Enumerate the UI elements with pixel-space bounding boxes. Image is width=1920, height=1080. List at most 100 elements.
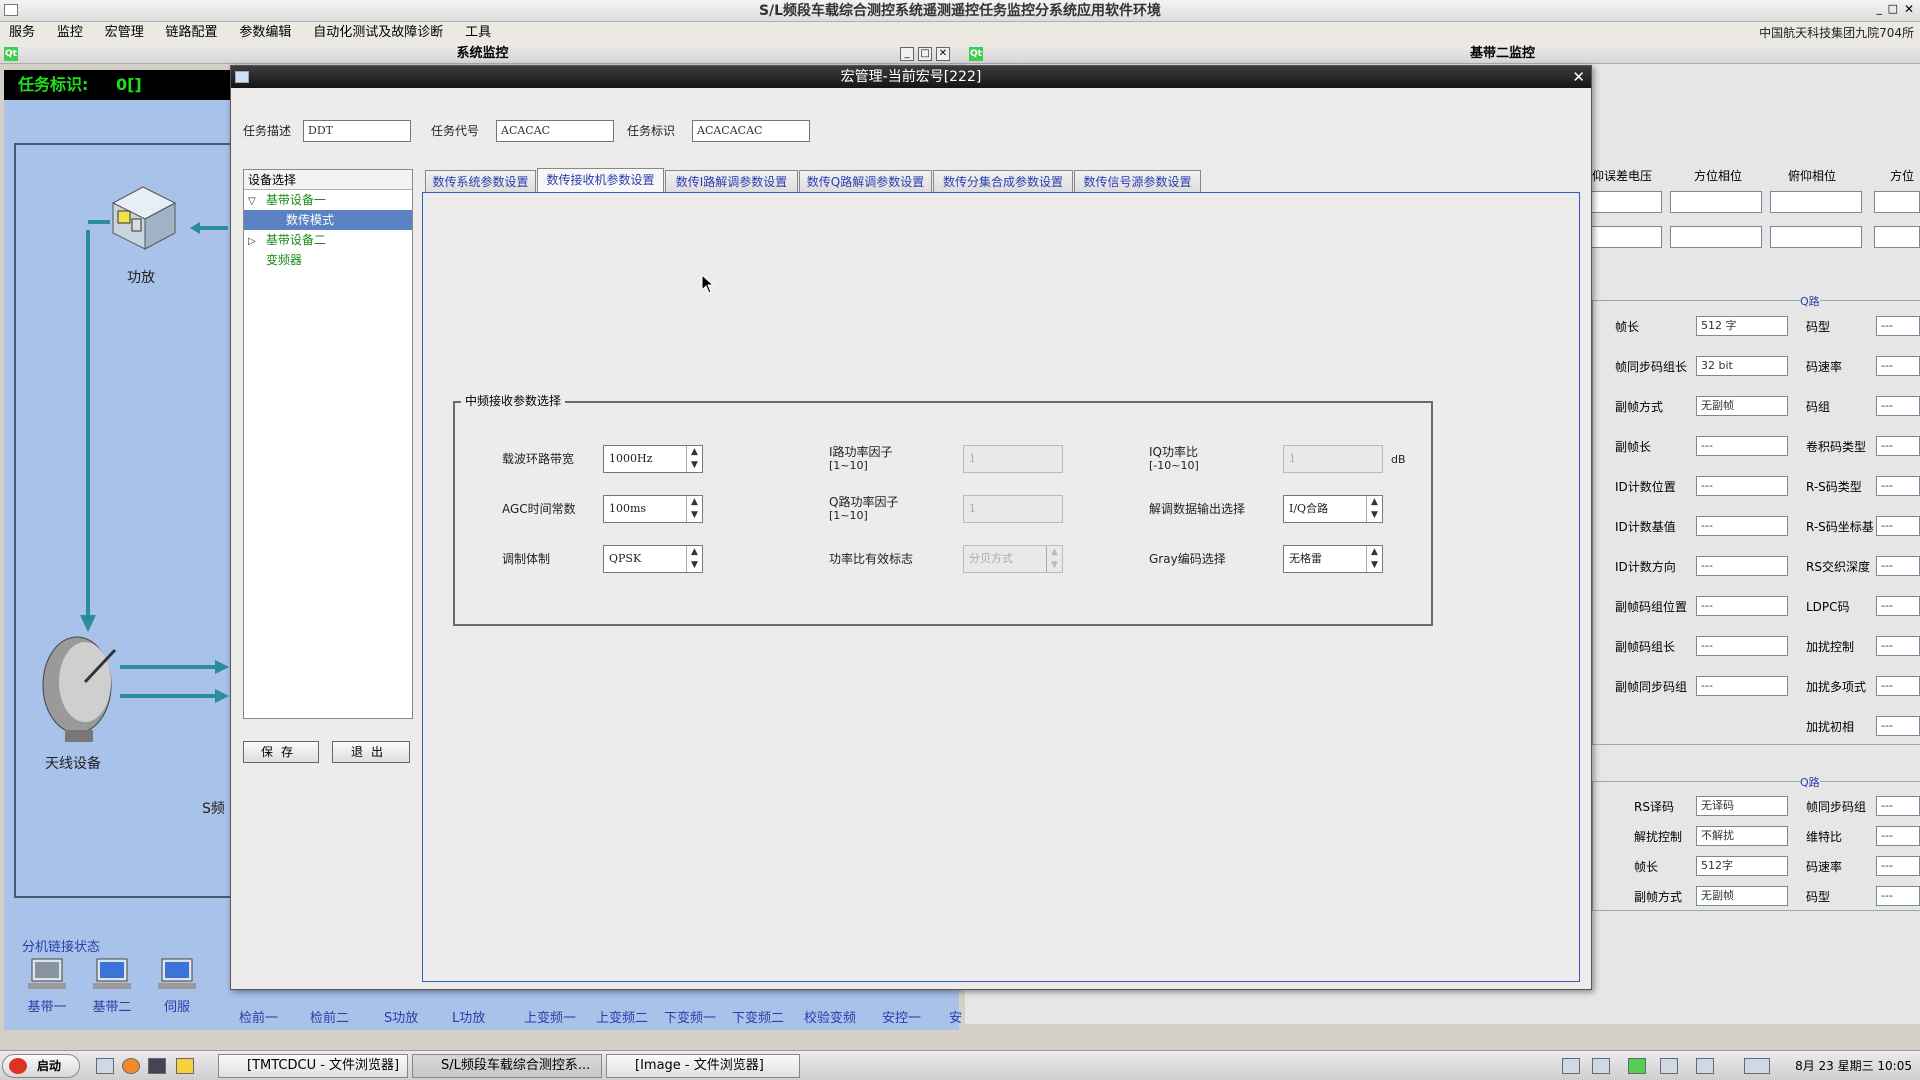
file-manager-icon[interactable] [96, 1058, 114, 1074]
gray-code-select[interactable]: 无格雷 ▲ ▼ [1283, 545, 1383, 573]
param-label: 码组 [1806, 400, 1831, 414]
link-item-label[interactable]: 下变频二 [732, 1007, 784, 1026]
link-item-label[interactable]: S功放 [384, 1007, 418, 1026]
org-name: 中国航天科技集团九院704所 [1759, 26, 1914, 40]
baseband2-monitor-header: Qt 基带二监控 [965, 44, 1920, 64]
tree-item-converter[interactable]: 变频器 [244, 250, 412, 270]
task-desc-field[interactable]: DDT [303, 120, 411, 142]
link-status-title: 分机链接状态 [22, 940, 101, 955]
tree-item-data-mode[interactable]: 数传模式 [244, 210, 412, 230]
monitor-close-button[interactable]: ✕ [936, 47, 950, 61]
menu-tools[interactable]: 工具 [456, 22, 500, 44]
app-close-button[interactable]: ✕ [1904, 2, 1914, 16]
terminal-icon[interactable] [148, 1058, 166, 1074]
power-valid-select[interactable]: 分贝方式 ▲ ▼ [963, 545, 1063, 573]
spin-arrows-icon[interactable]: ▲ ▼ [1366, 496, 1382, 522]
link-item-baseband1[interactable]: 基带一 [22, 955, 72, 1015]
task-main-app[interactable]: S/L频段车载综合测控系... [412, 1054, 602, 1078]
carrier-bw-select[interactable]: 1000Hz ▲ ▼ [603, 445, 703, 473]
task-code-field[interactable]: ACACAC [496, 120, 614, 142]
link-item-baseband2[interactable]: 基带二 [87, 955, 137, 1015]
param-label: ID计数方向 [1615, 560, 1676, 574]
q-power-input[interactable]: 1 [963, 495, 1063, 523]
link-item-label[interactable]: 检前二 [310, 1007, 349, 1026]
menu-param-edit[interactable]: 参数编辑 [230, 22, 300, 44]
tab-i-demod-params[interactable]: 数传I路解调参数设置 [665, 170, 798, 192]
activity-icon[interactable] [1628, 1058, 1646, 1074]
param-label: 加扰多项式 [1806, 680, 1867, 694]
param-value: --- [1876, 826, 1920, 846]
menu-auto-test[interactable]: 自动化测试及故障诊断 [304, 22, 452, 44]
tab-receiver-params[interactable]: 数传接收机参数设置 [537, 168, 664, 192]
agc-select[interactable]: 100ms ▲ ▼ [603, 495, 703, 523]
spin-arrows-icon[interactable]: ▲ ▼ [686, 546, 702, 572]
link-item-label[interactable]: 下变频一 [664, 1007, 716, 1026]
spin-arrows-icon[interactable]: ▲ ▼ [1046, 546, 1062, 572]
tree-item-baseband2[interactable]: ▷ 基带设备二 [244, 230, 412, 250]
param-label: RS交织深度 [1806, 560, 1870, 574]
exit-button[interactable]: 退出 [332, 741, 410, 763]
tree-item-baseband1[interactable]: ▽ 基带设备一 [244, 190, 412, 210]
tab-diversity-params[interactable]: 数传分集合成参数设置 [933, 170, 1073, 192]
param-value: 不解扰 [1696, 826, 1788, 846]
q-group-2-label: Q路 [1800, 774, 1820, 790]
i-power-label: I路功率因子 [829, 445, 893, 459]
window-switch-icon[interactable] [1744, 1058, 1770, 1074]
task-image-browser[interactable]: [Image - 文件浏览器] [606, 1054, 800, 1078]
modulation-select[interactable]: QPSK ▲ ▼ [603, 545, 703, 573]
task-code-label: 任务代号 [431, 124, 480, 138]
param-value: --- [1876, 396, 1920, 416]
link-item-label[interactable]: 校验变频 [804, 1007, 856, 1026]
network-icon[interactable] [1562, 1058, 1580, 1074]
param-label: 码型 [1806, 320, 1831, 334]
param-label: 码型 [1806, 890, 1831, 904]
param-label: 副帧码组长 [1615, 640, 1676, 654]
browser-icon[interactable] [122, 1058, 140, 1074]
tab-signal-source-params[interactable]: 数传信号源参数设置 [1074, 170, 1201, 192]
save-button[interactable]: 保存 [243, 741, 319, 763]
spin-arrows-icon[interactable]: ▲ ▼ [686, 446, 702, 472]
tree-item-label: 数传模式 [286, 213, 335, 227]
monitor-icon[interactable] [1696, 1058, 1714, 1074]
s-band-label: S频 [202, 801, 225, 817]
param-label: 帧同步码组 [1806, 800, 1867, 814]
header-az-phase: 方位相位 [1694, 169, 1743, 183]
iq-ratio-input[interactable]: 1 [1283, 445, 1383, 473]
link-item-label[interactable]: L功放 [452, 1007, 485, 1026]
clock: 8月 23 星期三 10:05 [1795, 1059, 1912, 1073]
dialog-close-button[interactable]: ✕ [1572, 66, 1585, 88]
demod-output-select[interactable]: I/Q合路 ▲ ▼ [1283, 495, 1383, 523]
top-field [1770, 226, 1862, 248]
link-item-label[interactable]: 检前一 [239, 1007, 278, 1026]
display-icon[interactable] [1592, 1058, 1610, 1074]
volume-icon[interactable] [1660, 1058, 1678, 1074]
antenna-label: 天线设备 [45, 756, 101, 772]
qt-logo-icon: Qt [969, 47, 983, 61]
editor-icon[interactable] [176, 1058, 194, 1074]
i-power-input[interactable]: 1 [963, 445, 1063, 473]
link-item-label: 伺服 [163, 1000, 190, 1015]
start-label: 启动 [37, 1059, 62, 1073]
spin-arrows-icon[interactable]: ▲ ▼ [1366, 546, 1382, 572]
app-maximize-button[interactable]: □ [1888, 2, 1898, 15]
monitor-minimize-button[interactable]: _ [900, 47, 914, 61]
link-item-label[interactable]: 上变频一 [524, 1007, 576, 1026]
link-item-label[interactable]: 安 [949, 1007, 962, 1026]
tab-system-params[interactable]: 数传系统参数设置 [425, 170, 536, 192]
tab-q-demod-params[interactable]: 数传Q路解调参数设置 [799, 170, 932, 192]
tree-expander-icon[interactable]: ▽ [248, 192, 262, 212]
spin-arrows-icon[interactable]: ▲ ▼ [686, 496, 702, 522]
monitor-restore-button[interactable]: □ [918, 47, 932, 61]
app-minimize-button[interactable]: _ [1877, 2, 1883, 15]
link-item-servo[interactable]: 伺服 [152, 955, 202, 1015]
start-button[interactable]: 启动 [2, 1054, 80, 1078]
tree-expander-icon[interactable]: ▷ [248, 232, 262, 252]
task-id-field[interactable]: ACACACAC [692, 120, 810, 142]
menubar: 服务 监控 宏管理 链路配置 参数编辑 自动化测试及故障诊断 工具 [0, 22, 1920, 44]
tree-item-label: 基带设备一 [265, 193, 326, 207]
param-value: --- [1696, 556, 1788, 576]
mouse-cursor-icon [701, 274, 715, 294]
link-item-label[interactable]: 安控一 [882, 1007, 921, 1026]
task-tmtcdcu[interactable]: [TMTCDCU - 文件浏览器] [218, 1054, 408, 1078]
link-item-label[interactable]: 上变频二 [596, 1007, 648, 1026]
